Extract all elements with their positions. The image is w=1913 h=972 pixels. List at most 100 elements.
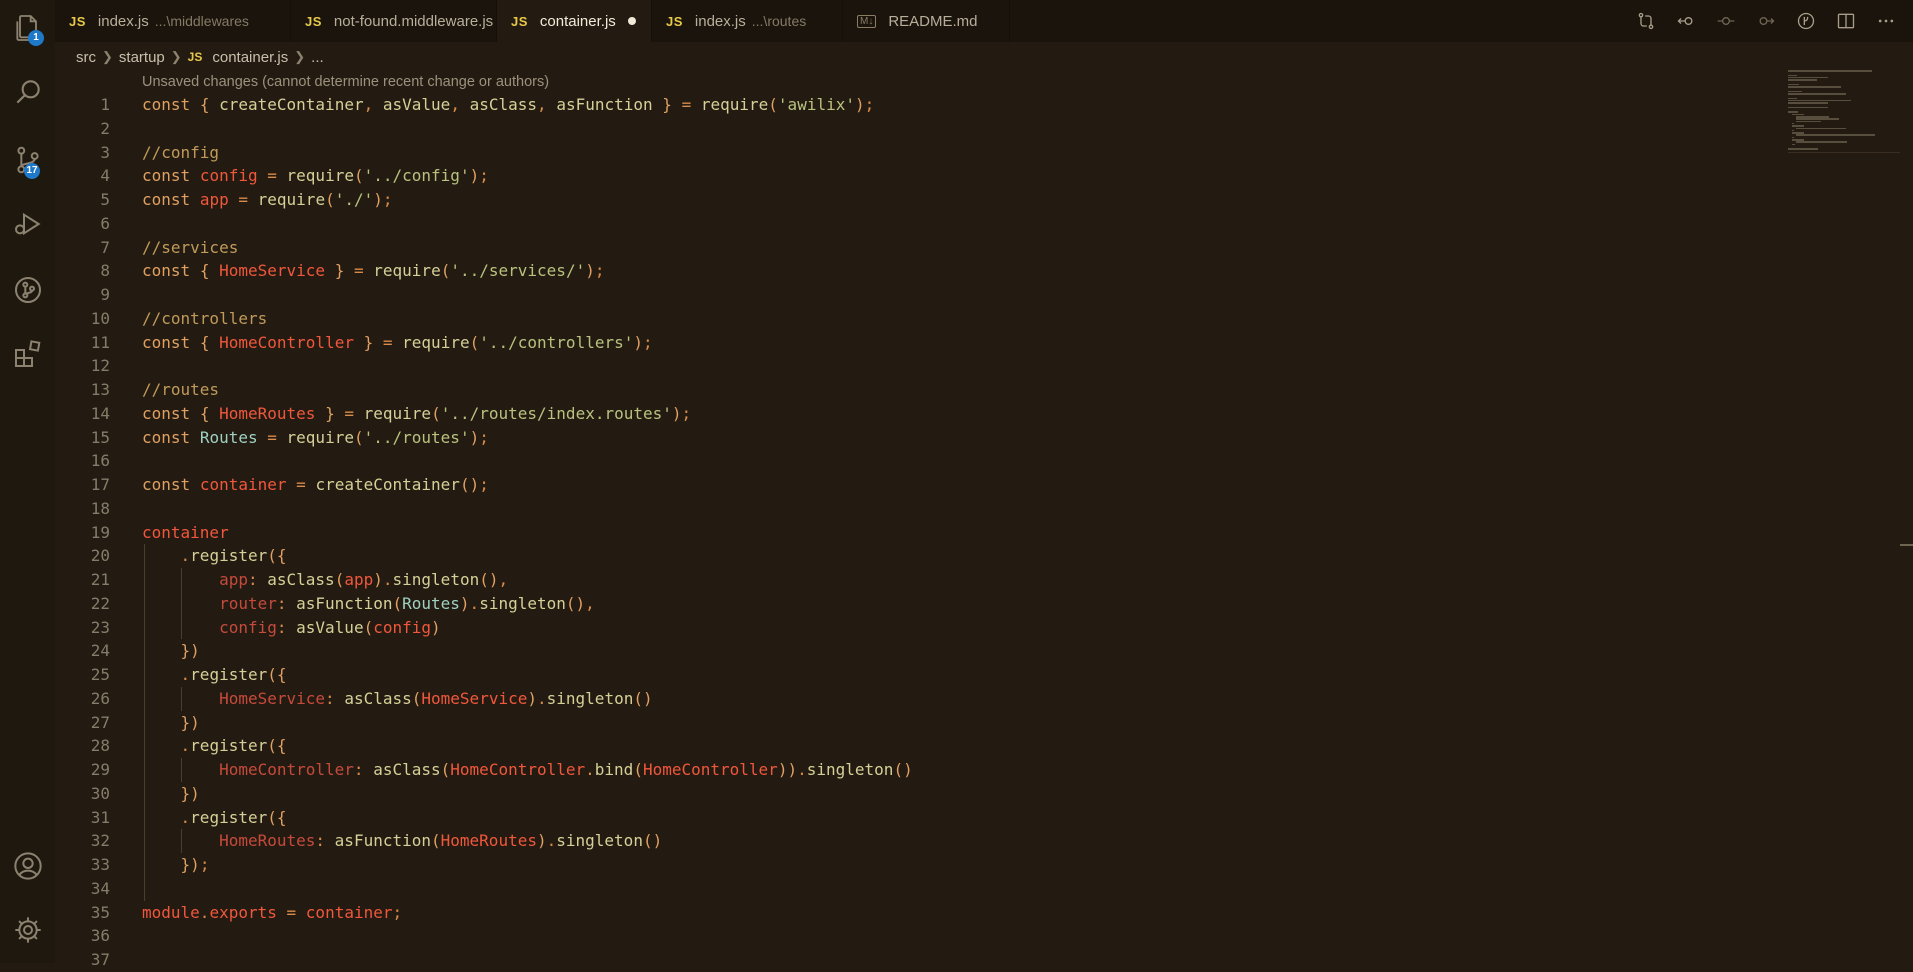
minimap[interactable] bbox=[1788, 70, 1898, 160]
settings-button[interactable] bbox=[0, 902, 55, 957]
git-graph-button[interactable] bbox=[0, 262, 55, 317]
line-number: 13 bbox=[90, 380, 110, 399]
split-editor-icon bbox=[1837, 13, 1855, 29]
code-line[interactable]: 37 bbox=[55, 948, 1775, 972]
line-text: HomeRoutes: asFunction(HomeRoutes).singl… bbox=[219, 831, 663, 851]
breadcrumb-symbols[interactable]: ... bbox=[311, 49, 324, 66]
line-number: 12 bbox=[90, 356, 110, 376]
source-control-button[interactable]: 17 bbox=[0, 132, 55, 187]
code-line[interactable]: 28 .register({ bbox=[55, 734, 1775, 758]
code-line[interactable]: 27 }) bbox=[55, 710, 1775, 735]
unsaved-dot-icon[interactable] bbox=[627, 17, 636, 25]
chevron-right-icon: ❯ bbox=[102, 49, 113, 64]
git-icon bbox=[14, 276, 41, 303]
code-line[interactable]: 16 bbox=[55, 449, 1775, 473]
line-text: module.exports = container; bbox=[142, 902, 403, 922]
breadcrumb-file[interactable]: container.js bbox=[212, 49, 288, 66]
tab-container[interactable]: JS container.js bbox=[497, 0, 652, 42]
search-button[interactable] bbox=[0, 64, 55, 119]
line-number: 9 bbox=[100, 285, 110, 304]
tab-not-found-middleware[interactable]: JS not-found.middleware.js bbox=[291, 0, 497, 42]
line-number: 32 bbox=[90, 831, 110, 851]
tab-index-middlewares[interactable]: JS index.js ...\middlewares bbox=[55, 0, 291, 42]
line-text: HomeService: asClass(HomeService).single… bbox=[219, 688, 653, 708]
code-line[interactable]: 13 //routes bbox=[55, 378, 1775, 402]
js-file-icon: JS bbox=[69, 13, 86, 29]
code-line[interactable]: 5 const app = require('./'); bbox=[55, 188, 1775, 212]
code-line[interactable]: 25 .register({ bbox=[55, 663, 1775, 687]
minimap-line bbox=[1796, 116, 1829, 118]
code-line[interactable]: 23 config: asValue(config) bbox=[55, 615, 1775, 640]
code-line[interactable]: 2 bbox=[55, 117, 1775, 141]
line-text: HomeController: asClass(HomeController.b… bbox=[219, 760, 913, 779]
tab-readme[interactable]: M↓ README.md bbox=[843, 0, 1010, 42]
code-line[interactable]: 31 .register({ bbox=[55, 805, 1775, 830]
code-line[interactable]: 3 //config bbox=[55, 141, 1775, 165]
line-text: config: asValue(config) bbox=[219, 617, 441, 637]
code-line[interactable]: 12 bbox=[55, 354, 1775, 378]
explorer-button[interactable]: 1 bbox=[0, 0, 55, 55]
code-line[interactable]: 6 bbox=[55, 212, 1775, 236]
tab-label: not-found.middleware.js bbox=[333, 12, 494, 30]
minimap-line bbox=[1792, 132, 1805, 134]
code-line[interactable]: 7 //services bbox=[55, 236, 1775, 260]
code-line[interactable]: 34 bbox=[55, 876, 1775, 901]
line-text: const { HomeRoutes } = require('../route… bbox=[142, 403, 692, 423]
line-number: 28 bbox=[90, 736, 110, 756]
toggle-blame-button[interactable] bbox=[1793, 8, 1819, 34]
code-line[interactable]: 11 const { HomeController } = require('..… bbox=[55, 331, 1775, 355]
split-editor-button[interactable] bbox=[1833, 8, 1859, 34]
run-debug-button[interactable] bbox=[0, 196, 55, 251]
code-line[interactable]: 26 HomeService: asClass(HomeService).sin… bbox=[55, 686, 1775, 711]
code-line[interactable]: 4 const config = require('../config'); bbox=[55, 164, 1775, 188]
code-line[interactable]: 10 //controllers bbox=[55, 307, 1775, 331]
breadcrumb-src[interactable]: src bbox=[76, 49, 96, 66]
code-line[interactable]: 24 }) bbox=[55, 639, 1775, 663]
line-text: .register({ bbox=[180, 546, 287, 566]
code-line[interactable]: 15 const Routes = require('../routes'); bbox=[55, 426, 1775, 450]
code-line[interactable]: 35 module.exports = container; bbox=[55, 901, 1775, 925]
code-line[interactable]: 30 }) bbox=[55, 781, 1775, 806]
minimap-line bbox=[1796, 118, 1839, 120]
commit-button[interactable] bbox=[1713, 8, 1739, 34]
activity-bar: 1 17 bbox=[0, 0, 55, 963]
scrollbar-marker[interactable] bbox=[1900, 544, 1913, 546]
code-editor[interactable]: Unsaved changes (cannot determine recent… bbox=[55, 70, 1775, 969]
code-line[interactable]: 20 .register({ bbox=[55, 544, 1775, 568]
code-line[interactable]: 32 HomeRoutes: asFunction(HomeRoutes).si… bbox=[55, 829, 1775, 853]
more-actions-button[interactable] bbox=[1873, 8, 1899, 34]
breadcrumb-startup[interactable]: startup bbox=[119, 49, 165, 66]
code-line[interactable]: 17 const container = createContainer(); bbox=[55, 473, 1775, 497]
next-change-button[interactable] bbox=[1753, 8, 1779, 34]
tab-index-routes[interactable]: JS index.js ...\routes bbox=[652, 0, 843, 42]
code-line[interactable]: 9 bbox=[55, 283, 1775, 307]
extensions-icon bbox=[14, 339, 40, 367]
code-line[interactable]: 29 HomeController: asClass(HomeControlle… bbox=[55, 758, 1775, 782]
code-line[interactable]: 14 const { HomeRoutes } = require('../rou… bbox=[55, 402, 1775, 426]
line-text: const config = require('../config'); bbox=[142, 166, 489, 186]
code-line[interactable]: 33 }); bbox=[55, 853, 1775, 877]
line-number: 25 bbox=[90, 665, 110, 684]
line-number: 14 bbox=[90, 403, 110, 423]
git-blame-icon bbox=[1797, 12, 1815, 30]
code-lines[interactable]: 1 const { createContainer, asValue, asCla… bbox=[55, 93, 1775, 972]
code-line[interactable]: 19 container bbox=[55, 521, 1775, 545]
extensions-button[interactable] bbox=[0, 326, 55, 381]
line-number: 15 bbox=[90, 427, 110, 447]
minimap-line bbox=[1792, 136, 1795, 139]
previous-change-button[interactable] bbox=[1673, 8, 1699, 34]
line-number: 7 bbox=[100, 237, 110, 257]
code-line[interactable]: 8 const { HomeService } = require('../ser… bbox=[55, 259, 1775, 283]
code-line[interactable]: 21 app: asClass(app).singleton(), bbox=[55, 568, 1775, 592]
code-line[interactable]: 22 router: asFunction(Routes).singleton(… bbox=[55, 591, 1775, 616]
line-text: app: asClass(app).singleton(), bbox=[219, 570, 509, 589]
tab-label: index.js bbox=[694, 12, 746, 30]
code-line[interactable]: 1 const { createContainer, asValue, asCla… bbox=[55, 93, 1775, 117]
open-changes-button[interactable] bbox=[1633, 8, 1659, 34]
code-line[interactable]: 18 bbox=[55, 497, 1775, 521]
accounts-button[interactable] bbox=[0, 838, 55, 893]
code-line[interactable]: 36 bbox=[55, 924, 1775, 948]
compare-changes-icon bbox=[1638, 12, 1654, 30]
minimap-line bbox=[1788, 148, 1818, 150]
line-number: 35 bbox=[90, 902, 110, 922]
